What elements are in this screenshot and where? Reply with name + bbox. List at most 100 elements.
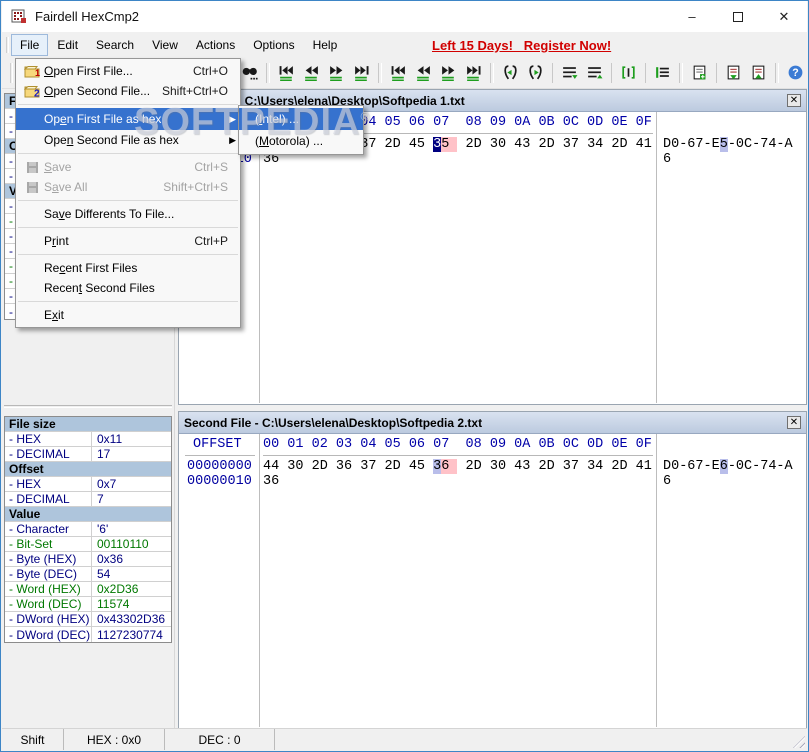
first-change-icon [390,64,407,81]
offset-hex-divider [259,434,260,727]
menu-item-print[interactable]: PrintCtrl+P [16,231,240,251]
collapse-left-icon [502,64,519,81]
toolbar-grip [679,63,683,83]
help-button[interactable]: ? [784,61,807,84]
submenu-item-motorola[interactable]: (Motorola) ... [239,130,363,152]
line-view-button[interactable] [651,61,674,84]
info-row-second: - HEX0x11 [5,432,171,447]
row-bytes: 36 [263,474,279,489]
menu-item-save-differents-to-file[interactable]: Save Differents To File... [16,204,240,224]
status-shift: Shift [2,729,64,750]
menu-item-open-second-file[interactable]: 2Open Second File...Shift+Ctrl+O [16,81,240,101]
app-icon [11,9,27,25]
menu-item-recent-first-files[interactable]: Recent First Files [16,258,240,278]
row-offset: 00000010 [187,474,252,489]
export-first-icon [725,64,742,81]
select-block-button[interactable] [617,61,640,84]
toolbar-grip[interactable] [10,63,13,83]
first-diff-button[interactable] [275,61,298,84]
second-panel-close-button[interactable]: ✕ [787,416,801,429]
offset-hex-divider [259,112,260,403]
line-view-icon [654,64,671,81]
menu-edit[interactable]: Edit [48,34,87,56]
menu-separator [18,104,238,105]
status-hex: HEX : 0x0 [64,729,165,750]
help-icon: ? [787,64,804,81]
save-icon [26,161,39,174]
menu-options[interactable]: Options [244,34,303,56]
row-bytes: 44 30 2D 36 37 2D 45 36 2D 30 43 2D 37 3… [263,459,652,474]
next-diff-icon [328,64,345,81]
next-diff-button[interactable] [325,61,348,84]
resize-grip[interactable] [793,736,805,748]
info-header-offset: Offset [5,462,171,477]
menubar: FileEditSearchViewActionsOptionsHelp Lef… [2,32,807,58]
menu-item-exit[interactable]: Exit [16,305,240,325]
first-hex-view[interactable]: OFFSET00 01 02 03 04 05 06 07 08 09 0A 0… [179,112,806,403]
open-first-file-icon: 1 [24,64,40,78]
open-second-file-icon: 2 [24,84,40,98]
menu-view[interactable]: View [143,34,187,56]
second-file-panel: Second File - C:\Users\elena\Desktop\Sof… [178,411,807,729]
menu-search[interactable]: Search [87,34,143,56]
export-first-button[interactable] [722,61,745,84]
collapse-left-button[interactable] [499,61,522,84]
menu-separator [18,254,238,255]
info-row-second: - DECIMAL17 [5,447,171,462]
export-second-icon [750,64,767,81]
statusbar: Shift HEX : 0x0 DEC : 0 [2,728,807,750]
collapse-right-button[interactable] [524,61,547,84]
info-row-second: - Word (HEX)0x2D36 [5,582,171,597]
menu-shortcut: Shift+Ctrl+O [162,84,236,98]
binoculars-icon [241,64,258,81]
info-row-second: - Character'6' [5,522,171,537]
prev-change-icon [415,64,432,81]
align-top-button[interactable] [558,61,581,84]
menu-item-save[interactable]: SaveCtrl+S [16,157,240,177]
menu-item-open-first-file[interactable]: 1Open First File...Ctrl+O [16,61,240,81]
close-button[interactable]: ✕ [761,1,807,32]
menu-item-recent-second-files[interactable]: Recent Second Files [16,278,240,298]
menu-separator [18,153,238,154]
submenu-arrow-icon: ▶ [226,114,236,125]
next-change-button[interactable] [437,61,460,84]
prev-diff-button[interactable] [300,61,323,84]
register-link[interactable]: Left 15 Days! Register Now! [432,38,611,53]
menubar-grip[interactable] [6,37,9,53]
row-ascii: 6 [663,474,671,489]
menu-item-open-second-file-as-hex[interactable]: Open Second File as hex▶ [16,130,240,150]
prev-change-button[interactable] [412,61,435,84]
toolbar-grip [490,63,494,83]
second-hex-view[interactable]: OFFSET00 01 02 03 04 05 06 07 08 09 0A 0… [179,434,806,727]
menu-item-open-first-file-as-hex[interactable]: Open First File as hex▶ [16,108,240,130]
minimize-button[interactable]: – [669,1,715,32]
window-titlebar: Fairdell HexCmp2 – ✕ [2,1,807,32]
last-change-button[interactable] [462,61,485,84]
submenu-item-intel[interactable]: (Intel) ... [239,108,363,130]
toolbar-sep [552,63,553,83]
next-change-icon [440,64,457,81]
new-report-button[interactable] [688,61,711,84]
menu-actions[interactable]: Actions [187,34,244,56]
file-menu-dropdown: 1Open First File...Ctrl+O2Open Second Fi… [15,58,241,328]
row-ascii: D0-67-E6-0C-74-A [663,459,793,474]
binoculars-button[interactable] [238,61,261,84]
toolbar-sep [716,63,717,83]
collapse-right-icon [527,64,544,81]
maximize-button[interactable] [715,1,761,32]
last-diff-button[interactable] [350,61,373,84]
menu-file[interactable]: File [11,34,48,56]
export-second-button[interactable] [747,61,770,84]
dock-splitter[interactable] [4,405,172,408]
save-icon [26,181,39,194]
prev-diff-icon [303,64,320,81]
last-diff-icon [353,64,370,81]
first-change-button[interactable] [387,61,410,84]
menu-item-save-all[interactable]: Save AllShift+Ctrl+S [16,177,240,197]
row-offset: 00000000 [187,459,252,474]
first-panel-close-button[interactable]: ✕ [787,94,801,107]
align-bottom-button[interactable] [583,61,606,84]
toolbar-grip [266,63,270,83]
menu-separator [18,200,238,201]
menu-help[interactable]: Help [304,34,347,56]
